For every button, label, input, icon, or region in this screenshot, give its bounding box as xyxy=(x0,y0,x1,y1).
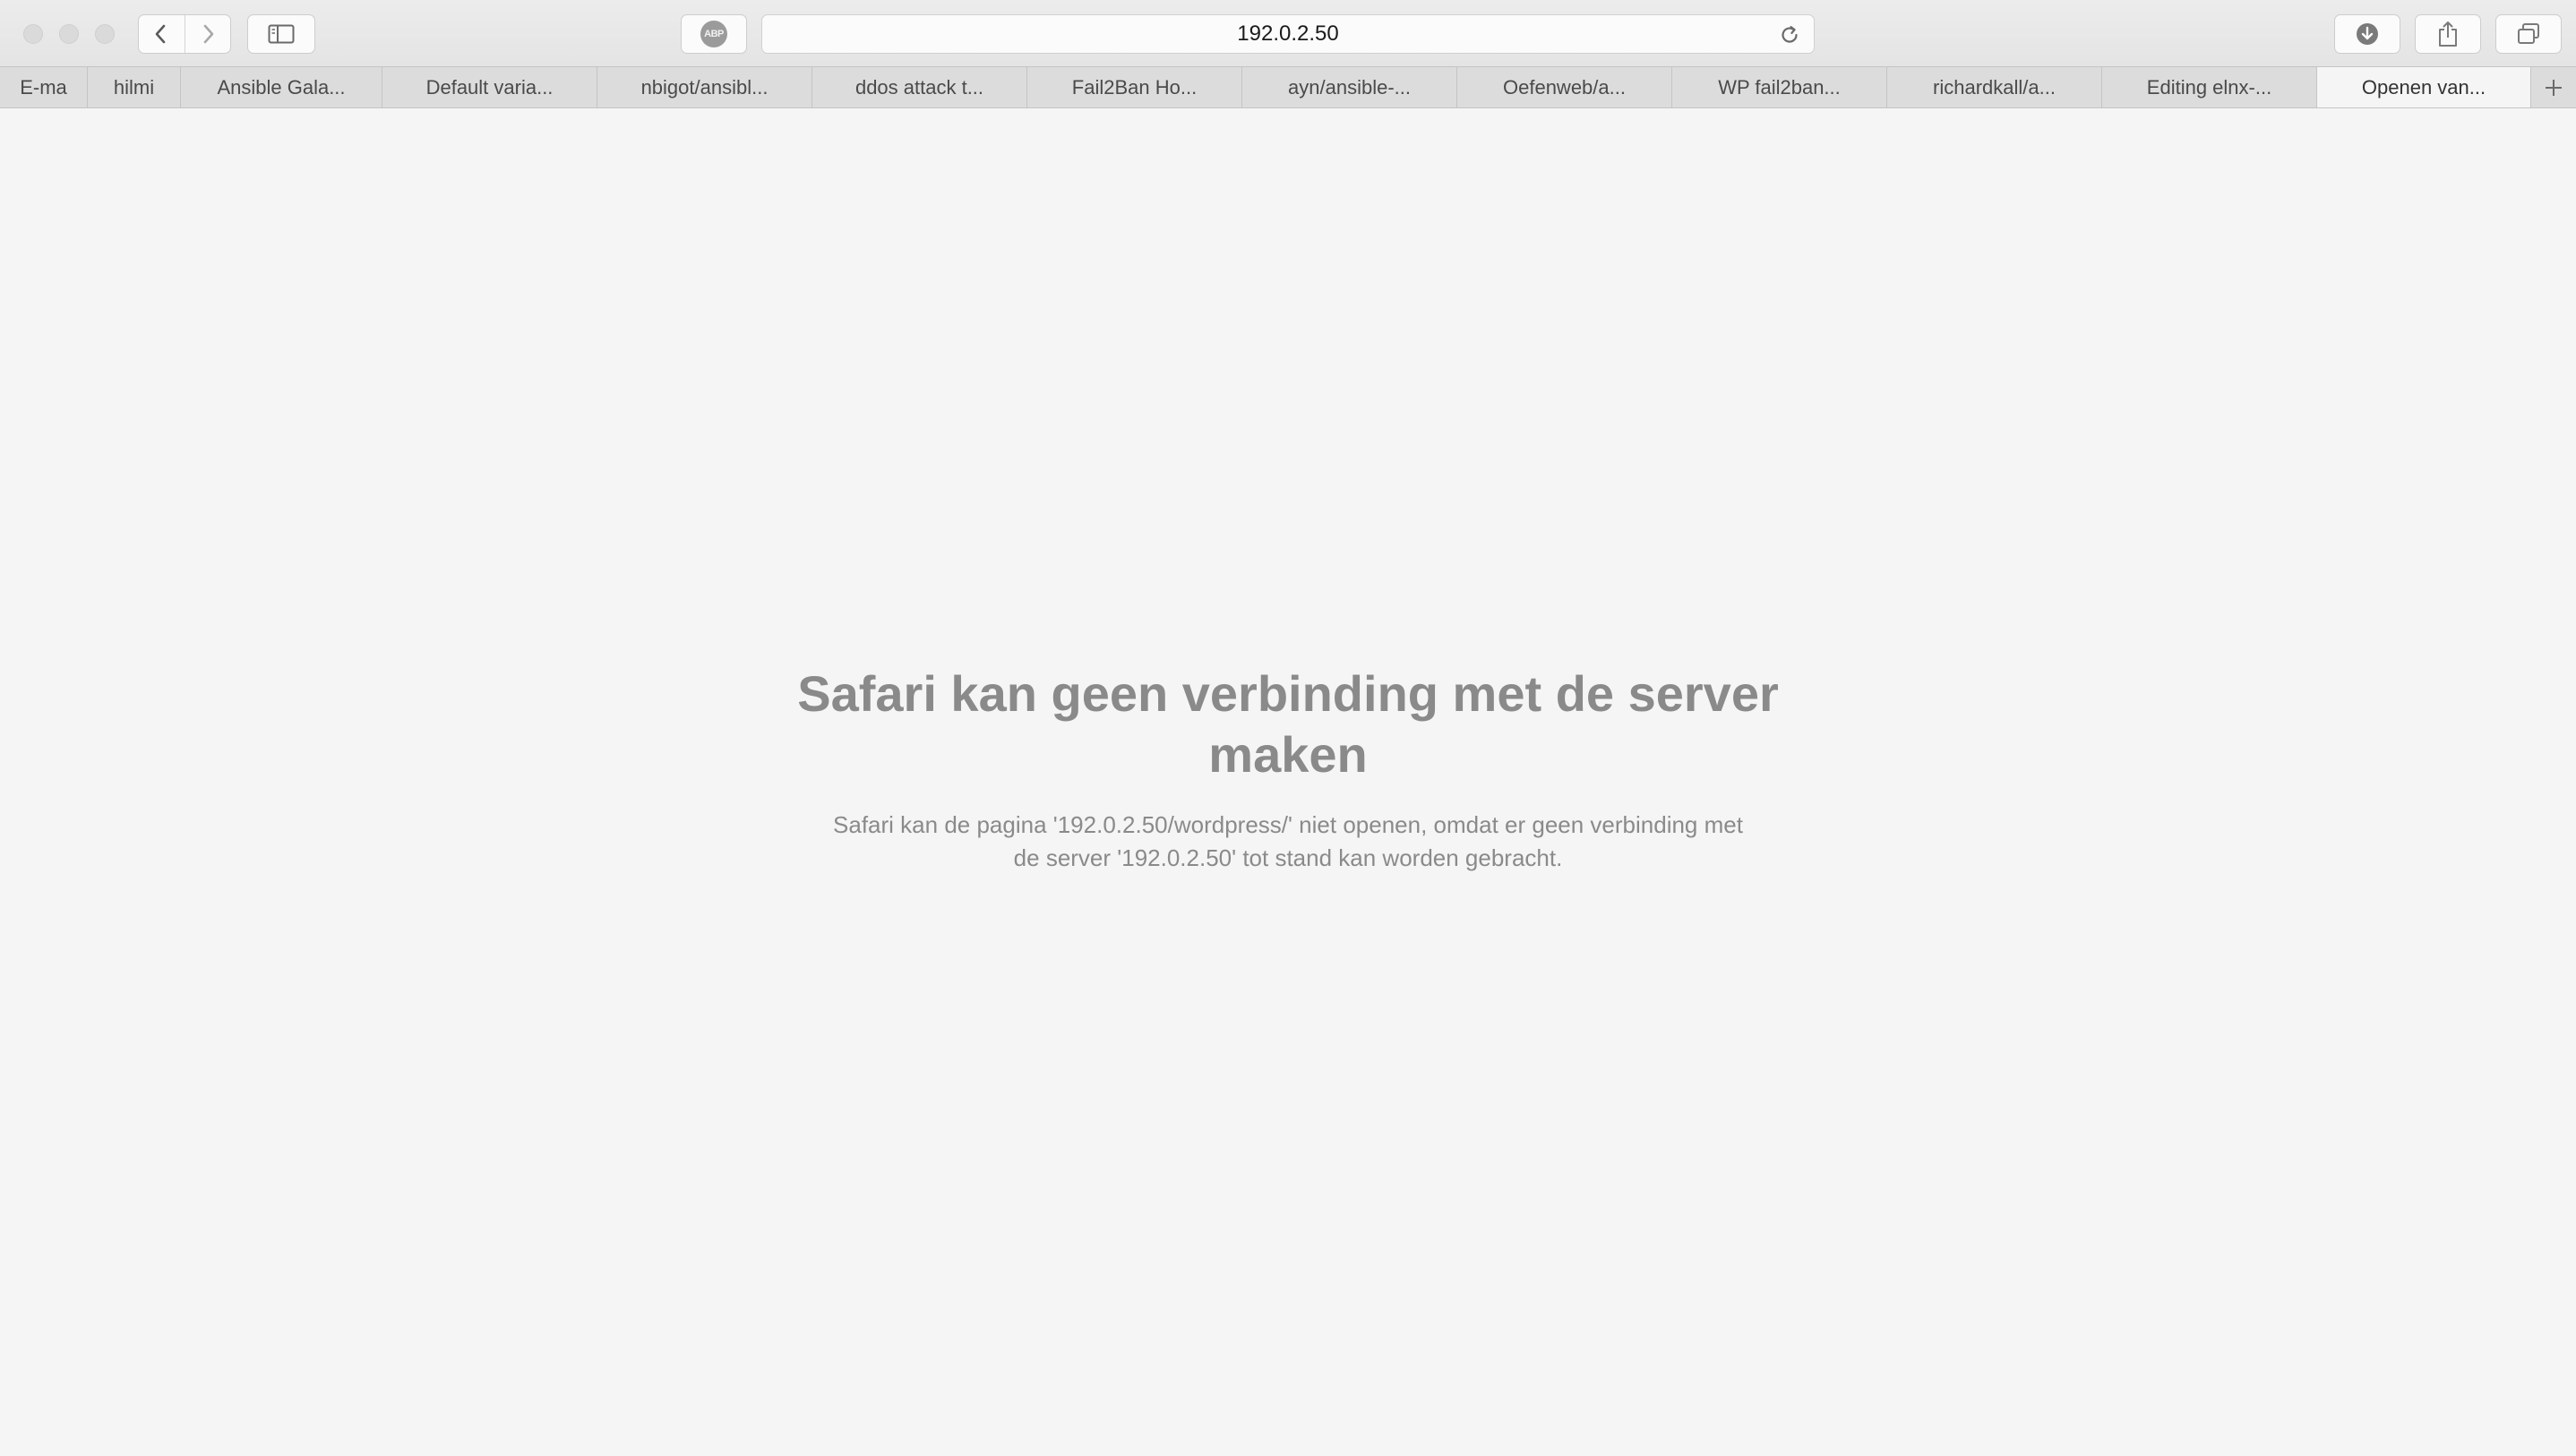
chevron-left-icon xyxy=(155,24,166,44)
adblock-icon: ABP xyxy=(700,21,727,47)
share-icon xyxy=(2439,21,2457,47)
downloads-button[interactable] xyxy=(2334,14,2400,54)
download-icon xyxy=(2357,23,2378,45)
zoom-window-button[interactable] xyxy=(95,24,115,44)
reload-icon[interactable] xyxy=(1778,23,1801,47)
tab-label: nbigot/ansibl... xyxy=(640,75,769,98)
tab-label: E-ma xyxy=(20,75,67,98)
page-content: Safari kan geen verbinding met de server… xyxy=(0,108,2576,1456)
tab-label: Fail2Ban Ho... xyxy=(1071,75,1198,98)
back-button[interactable] xyxy=(139,15,185,53)
tab[interactable]: richardkall/a... xyxy=(1887,67,2102,107)
new-tab-button[interactable] xyxy=(2531,67,2576,107)
tabs-overview-button[interactable] xyxy=(2495,14,2562,54)
error-title: Safari kan geen verbinding met de server… xyxy=(797,665,1779,783)
tab[interactable]: WP fail2ban... xyxy=(1672,67,1887,107)
tab[interactable]: Fail2Ban Ho... xyxy=(1027,67,1242,107)
plus-icon xyxy=(2546,79,2562,96)
tab[interactable]: ddos attack t... xyxy=(812,67,1027,107)
toolbar: ABP 192.0.2.50 xyxy=(0,0,2576,66)
tab[interactable]: Editing elnx-... xyxy=(2102,67,2317,107)
tab[interactable]: ayn/ansible-... xyxy=(1242,67,1457,107)
tab-label: Ansible Gala... xyxy=(217,75,346,98)
tab-label: Openen van... xyxy=(2361,75,2486,98)
error-message: Safari kan de pagina '192.0.2.50/wordpre… xyxy=(833,811,1743,871)
tab-label: Default varia... xyxy=(425,75,554,98)
tab[interactable]: nbigot/ansibl... xyxy=(597,67,812,107)
tab[interactable]: Oefenweb/a... xyxy=(1457,67,1672,107)
tabs-overview-icon xyxy=(2518,23,2539,44)
minimize-window-button[interactable] xyxy=(59,24,79,44)
chevron-right-icon xyxy=(203,24,214,44)
tab-label: richardkall/a... xyxy=(1933,75,2056,98)
adblock-button[interactable]: ABP xyxy=(681,14,747,54)
tab[interactable]: Default varia... xyxy=(382,67,597,107)
forward-button[interactable] xyxy=(184,15,231,53)
close-window-button[interactable] xyxy=(23,24,43,44)
tab-label: WP fail2ban... xyxy=(1718,75,1841,98)
navigation-buttons xyxy=(138,14,231,54)
sidebar-button[interactable] xyxy=(247,14,315,54)
tab-bar: E-ma hilmi Ansible Gala... Default varia… xyxy=(0,66,2576,108)
safari-window: ABP 192.0.2.50 E-ma hilmi Ansible Gala..… xyxy=(0,0,2576,1456)
tab[interactable]: E-ma xyxy=(0,67,88,107)
sidebar-icon xyxy=(268,24,295,44)
address-bar[interactable]: 192.0.2.50 xyxy=(761,14,1815,54)
tab-label: hilmi xyxy=(113,75,155,98)
share-button[interactable] xyxy=(2415,14,2481,54)
tab-label: ayn/ansible-... xyxy=(1288,75,1411,98)
tab-label: Editing elnx-... xyxy=(2146,75,2272,98)
tab[interactable]: Ansible Gala... xyxy=(181,67,382,107)
tab-label: Oefenweb/a... xyxy=(1503,75,1626,98)
tab-active[interactable]: Openen van... xyxy=(2317,67,2531,107)
tab[interactable]: hilmi xyxy=(88,67,181,107)
tab-label: ddos attack t... xyxy=(854,75,984,98)
address-text: 192.0.2.50 xyxy=(1237,21,1339,46)
